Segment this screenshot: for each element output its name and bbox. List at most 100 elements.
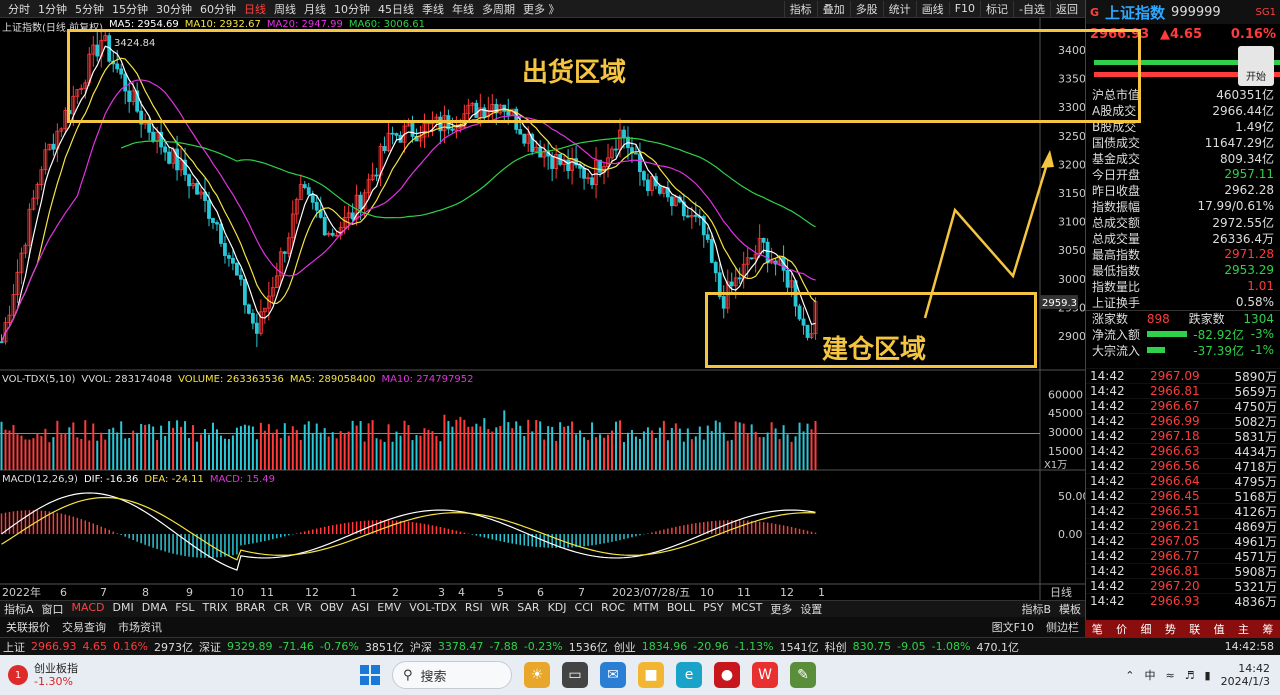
mail-icon[interactable]: ✉ <box>600 662 626 688</box>
wifi-icon[interactable]: ≈ <box>1165 669 1174 682</box>
indicator-tab[interactable]: MCST <box>727 601 766 617</box>
indicator-tab[interactable]: CCI <box>571 601 598 617</box>
quote-tab[interactable]: 笔 <box>1085 621 1109 637</box>
period-tab[interactable]: 月线 <box>300 1 330 17</box>
quote-tab[interactable]: 细 <box>1134 621 1158 637</box>
indicator-tab[interactable]: TRIX <box>198 601 231 617</box>
candle-body <box>614 148 618 151</box>
candle-body <box>350 212 355 220</box>
period-tab[interactable]: 15分钟 <box>108 1 152 17</box>
clock[interactable]: 14:42 2024/1/3 <box>1221 662 1270 688</box>
indicator-tab[interactable]: 设置 <box>796 601 826 617</box>
wps-icon[interactable]: W <box>752 662 778 688</box>
ticker-name[interactable]: 上证 <box>0 639 28 655</box>
quote-tab[interactable]: 价 <box>1109 621 1133 637</box>
tool-button[interactable]: -自选 <box>1013 0 1050 17</box>
indicator-tab[interactable]: BRAR <box>232 601 270 617</box>
tick-time: 14:42 <box>1090 399 1125 413</box>
price-axis-label: 3250 <box>1058 130 1085 143</box>
tool-button[interactable]: 统计 <box>882 0 916 17</box>
tool-button[interactable]: 返回 <box>1050 0 1083 17</box>
ticker-name[interactable]: 科创 <box>822 639 850 655</box>
tool-button[interactable]: F10 <box>948 2 980 15</box>
period-tab[interactable]: 更多 》 <box>519 1 564 17</box>
quote-tab[interactable]: 势 <box>1158 621 1182 637</box>
period-tab[interactable]: 周线 <box>270 1 300 17</box>
indicator-tab[interactable]: WR <box>487 601 514 617</box>
indicator-tab[interactable]: VOL-TDX <box>405 601 461 617</box>
indicator-right-tab[interactable]: 指标B <box>1017 601 1055 617</box>
language-indicator[interactable]: 中 <box>1144 667 1155 683</box>
indicator-tab[interactable]: FSL <box>171 601 198 617</box>
indicator-tab[interactable]: 窗口 <box>38 601 68 617</box>
period-tab[interactable]: 年线 <box>448 1 478 17</box>
ticker-name[interactable]: 创业 <box>611 639 639 655</box>
period-tab[interactable]: 45日线 <box>374 1 418 17</box>
indicator-tab[interactable]: ASI <box>347 601 373 617</box>
indicator-tab[interactable]: 更多 <box>766 601 796 617</box>
volume-icon[interactable]: ♬ <box>1185 669 1195 682</box>
indicator-tab[interactable]: MACD <box>68 601 109 617</box>
period-tab[interactable]: 1分钟 <box>34 1 71 17</box>
folder-icon[interactable]: ■ <box>638 662 664 688</box>
battery-icon[interactable]: ▮ <box>1205 669 1211 682</box>
link-right-tab[interactable]: 侧边栏 <box>1040 619 1085 635</box>
indicator-tab[interactable]: DMA <box>138 601 172 617</box>
start-button[interactable]: 开始 <box>1238 46 1274 86</box>
indicator-tab[interactable]: KDJ <box>544 601 571 617</box>
edge-icon[interactable]: e <box>676 662 702 688</box>
taskbar-search[interactable]: ⚲ 搜索 <box>392 661 512 689</box>
quote-tab[interactable]: 值 <box>1207 621 1231 637</box>
stock-app-icon[interactable]: ● <box>714 662 740 688</box>
link-right-tab[interactable]: 图文F10 <box>986 619 1040 635</box>
tool-button[interactable]: 指标 <box>783 0 817 17</box>
period-tab[interactable]: 60分钟 <box>196 1 240 17</box>
tool-button[interactable]: 叠加 <box>816 0 850 17</box>
indicator-tab[interactable]: 指标A <box>0 601 38 617</box>
quote-tab[interactable]: 主 <box>1231 621 1255 637</box>
stat-row: 上证换手 0.58% <box>1086 294 1280 310</box>
indicator-right-tab[interactable]: 模板 <box>1055 601 1085 617</box>
indicator-tab[interactable]: SAR <box>513 601 543 617</box>
link-tab[interactable]: 交易查询 <box>56 619 112 635</box>
period-tabs: 分时 1分钟 5分钟 15分钟 30分钟 60分钟 日线 周线 月线 10分钟 45日线 季线 年线 多周… <box>0 1 564 17</box>
tool-button[interactable]: 画线 <box>915 0 949 17</box>
indicator-tab[interactable]: CR <box>270 601 293 617</box>
quote-tab[interactable]: 筹 <box>1256 621 1280 637</box>
indicator-tab[interactable]: ROC <box>597 601 629 617</box>
g-badge[interactable]: G <box>1090 6 1099 19</box>
period-tab[interactable]: 季线 <box>418 1 448 17</box>
taskbar-widget[interactable]: 1 创业板指 -1.30% <box>0 662 360 688</box>
period-tab[interactable]: 30分钟 <box>152 1 196 17</box>
period-tab[interactable]: 多周期 <box>478 1 519 17</box>
indicator-tab[interactable]: MTM <box>629 601 663 617</box>
period-tab[interactable]: 5分钟 <box>71 1 108 17</box>
indicator-tab[interactable]: EMV <box>373 601 405 617</box>
ticker-name[interactable]: 深证 <box>196 639 224 655</box>
task-view-icon[interactable]: ▭ <box>562 662 588 688</box>
ticker-name[interactable]: 沪深 <box>407 639 435 655</box>
stat-value: 26336.4万 <box>1212 231 1274 246</box>
indicator-tab[interactable]: DMI <box>109 601 138 617</box>
indicator-tab[interactable]: BOLL <box>663 601 699 617</box>
tool-button[interactable]: 标记 <box>980 0 1013 17</box>
period-tab[interactable]: 10分钟 <box>330 1 374 17</box>
paint-icon[interactable]: ✎ <box>790 662 816 688</box>
chart-area[interactable]: 上证指数(日线,前复权) MA5: 2954.69 MA10: 2932.67 … <box>0 18 1141 600</box>
link-tab[interactable]: 市场资讯 <box>112 619 168 635</box>
period-tab[interactable]: 分时 <box>4 1 34 17</box>
link-tab[interactable]: 关联报价 <box>0 619 56 635</box>
tick-price: 2966.77 <box>1150 549 1200 563</box>
tool-button[interactable]: 多股 <box>849 0 883 17</box>
indicator-tab[interactable]: VR <box>293 601 316 617</box>
indicator-tab[interactable]: RSI <box>461 601 487 617</box>
indicator-tab[interactable]: OBV <box>316 601 347 617</box>
windows-start-icon[interactable] <box>360 665 380 685</box>
period-tab[interactable]: 日线 <box>240 1 270 17</box>
candle-body <box>167 151 171 164</box>
quote-tab[interactable]: 联 <box>1183 621 1207 637</box>
chevron-up-icon[interactable]: ⌃ <box>1125 669 1134 682</box>
indicator-tab[interactable]: PSY <box>699 601 727 617</box>
weather-icon[interactable]: ☀ <box>524 662 550 688</box>
price-axis-label: 3050 <box>1058 244 1085 257</box>
